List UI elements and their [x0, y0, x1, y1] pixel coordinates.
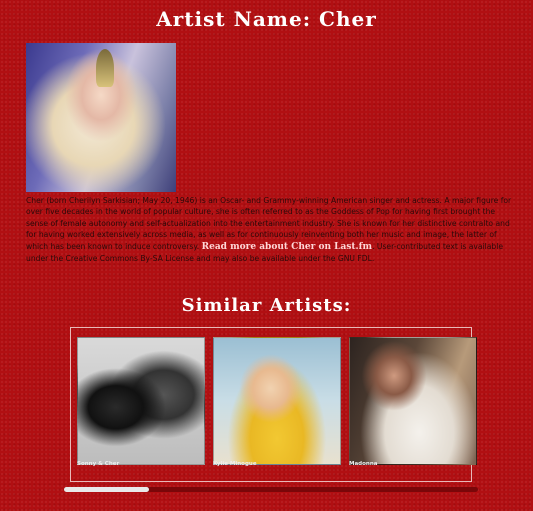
similar-artist-image-2[interactable] — [213, 337, 341, 465]
similar-artist-label[interactable]: Sonny & Cher — [77, 461, 119, 467]
similar-artist-label[interactable]: Madonna — [349, 461, 377, 467]
artist-photo — [26, 43, 176, 192]
headdress-shape — [96, 49, 114, 87]
similar-artists-carousel: Sonny & Cher Kylie Minogue Madonna — [70, 327, 477, 482]
similar-artist-label[interactable]: Kylie Minogue — [213, 461, 257, 467]
artist-bio: Cher (born Cherilyn Sarkisian; May 20, 1… — [26, 195, 514, 264]
read-more-link[interactable]: Read more about Cher on Last.fm — [202, 242, 372, 252]
artist-name-heading: Artist Name: Cher — [156, 7, 377, 31]
carousel-scrollbar[interactable] — [64, 487, 478, 492]
similar-artists-heading: Similar Artists: — [181, 295, 352, 316]
scrollbar-thumb[interactable] — [64, 487, 149, 492]
similar-artist-image-1[interactable] — [77, 337, 205, 465]
similar-artist-image-3[interactable] — [349, 337, 477, 465]
